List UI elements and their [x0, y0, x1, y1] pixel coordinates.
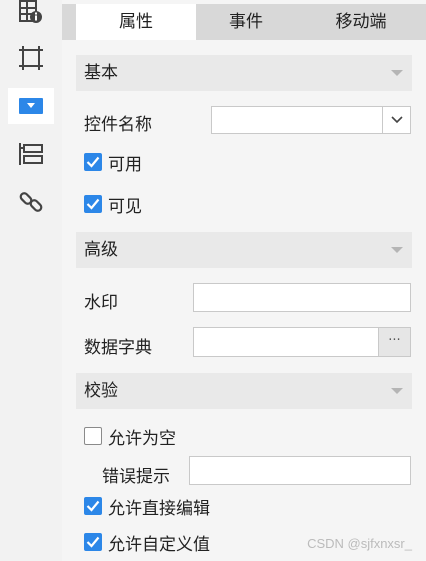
- toolbar-item-dropdown-widget[interactable]: [8, 88, 54, 124]
- widget-name-dropdown-button[interactable]: [382, 107, 410, 133]
- allow-direct-edit-checkbox-row[interactable]: 允许直接编辑: [84, 495, 210, 519]
- watermark-label: 水印: [84, 293, 118, 313]
- data-dictionary-input[interactable]: ···: [193, 327, 411, 357]
- error-hint-input[interactable]: [189, 456, 411, 485]
- section-basic-header[interactable]: 基本: [76, 55, 412, 91]
- tab-events[interactable]: 事件: [196, 4, 296, 40]
- allow-empty-checkbox[interactable]: [84, 427, 102, 445]
- allow-empty-label: 允许为空: [108, 428, 176, 449]
- toolbar-item-link[interactable]: [8, 184, 54, 220]
- toolbar-item-frame[interactable]: [8, 40, 54, 76]
- enabled-checkbox-row[interactable]: 可用: [84, 151, 142, 175]
- chevron-down-icon: [390, 116, 403, 124]
- section-validation-header[interactable]: 校验: [76, 373, 412, 409]
- csdn-watermark: CSDN @sjfxnxsr_: [307, 536, 412, 551]
- section-validation-title: 校验: [84, 381, 118, 401]
- chevron-down-icon: [391, 388, 403, 394]
- allow-empty-checkbox-row[interactable]: 允许为空: [84, 425, 176, 449]
- dropdown-widget-icon: [19, 98, 43, 114]
- visible-checkbox[interactable]: [84, 195, 102, 213]
- watermark-input[interactable]: [193, 283, 411, 312]
- allow-custom-value-label: 允许自定义值: [108, 534, 210, 555]
- frame-icon: [19, 46, 43, 70]
- allow-custom-value-checkbox[interactable]: [84, 533, 102, 551]
- allow-direct-edit-label: 允许直接编辑: [108, 498, 210, 519]
- link-icon: [19, 192, 43, 212]
- toolbar-item-layout[interactable]: [8, 136, 54, 172]
- checkmark-icon: [86, 500, 100, 512]
- allow-custom-value-checkbox-row[interactable]: 允许自定义值: [84, 531, 210, 555]
- visible-label: 可见: [108, 196, 142, 217]
- checkmark-icon: [86, 156, 100, 168]
- allow-direct-edit-checkbox[interactable]: [84, 497, 102, 515]
- section-advanced-header[interactable]: 高级: [76, 232, 412, 268]
- panel-tabs: 属性 事件 移动端: [62, 4, 426, 40]
- section-advanced-title: 高级: [84, 240, 118, 260]
- checkmark-icon: [86, 198, 100, 210]
- visible-checkbox-row[interactable]: 可见: [84, 193, 142, 217]
- enabled-label: 可用: [108, 154, 142, 175]
- error-hint-label: 错误提示: [102, 467, 170, 487]
- properties-panel: 属性 事件 移动端 基本 控件名称 可用 可见 高级 水印 数据字典 ··· 校…: [62, 0, 426, 561]
- checkmark-icon: [86, 536, 100, 548]
- table-info-icon: [19, 0, 42, 23]
- widget-name-combobox[interactable]: [211, 106, 411, 134]
- tab-mobile[interactable]: 移动端: [296, 4, 426, 40]
- widget-name-label: 控件名称: [84, 115, 152, 135]
- toolbar-item-table-info[interactable]: [8, 0, 54, 30]
- data-dictionary-more-button[interactable]: ···: [378, 328, 410, 356]
- widget-toolbar: [0, 0, 63, 561]
- layout-icon: [19, 143, 43, 165]
- tab-properties[interactable]: 属性: [76, 4, 196, 40]
- section-basic-title: 基本: [84, 63, 118, 83]
- enabled-checkbox[interactable]: [84, 153, 102, 171]
- data-dictionary-label: 数据字典: [84, 338, 152, 358]
- chevron-down-icon: [391, 70, 403, 76]
- chevron-down-icon: [391, 247, 403, 253]
